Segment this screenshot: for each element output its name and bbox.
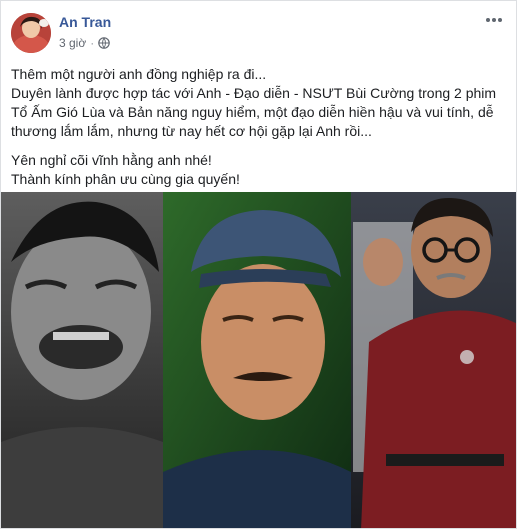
post-header: An Tran 3 giờ · [1, 1, 516, 61]
author-avatar[interactable] [11, 13, 51, 53]
facebook-post: An Tran 3 giờ · Thêm một người anh đồng … [0, 0, 517, 529]
post-message: Thêm một người anh đồng nghiệp ra đi... … [11, 65, 506, 189]
message-line: Yên nghỉ cõi vĩnh hằng anh nhé! [11, 152, 212, 168]
photo-panel-middle [163, 192, 351, 528]
message-line: Thành kính phân ưu cùng gia quyến! [11, 171, 240, 187]
photo-panel-left [1, 192, 163, 528]
more-options-icon[interactable] [484, 13, 504, 27]
globe-icon[interactable] [98, 37, 111, 49]
message-line: Tổ Ấm Gió Lùa và Bản năng nguy hiểm, một… [11, 104, 494, 120]
message-line: Duyên lành được hợp tác với Anh - Đạo di… [11, 85, 497, 101]
message-line: thương lắm lắm, nhưng từ nay hết cơ hội … [11, 123, 372, 139]
photo-panel-right [351, 192, 516, 528]
post-timestamp[interactable]: 3 giờ [59, 36, 86, 50]
post-photo-collage[interactable] [1, 192, 516, 528]
post-meta: 3 giờ · [59, 36, 111, 50]
author-name[interactable]: An Tran [59, 14, 111, 30]
message-line: Thêm một người anh đồng nghiệp ra đi... [11, 66, 267, 82]
meta-separator: · [90, 36, 95, 50]
